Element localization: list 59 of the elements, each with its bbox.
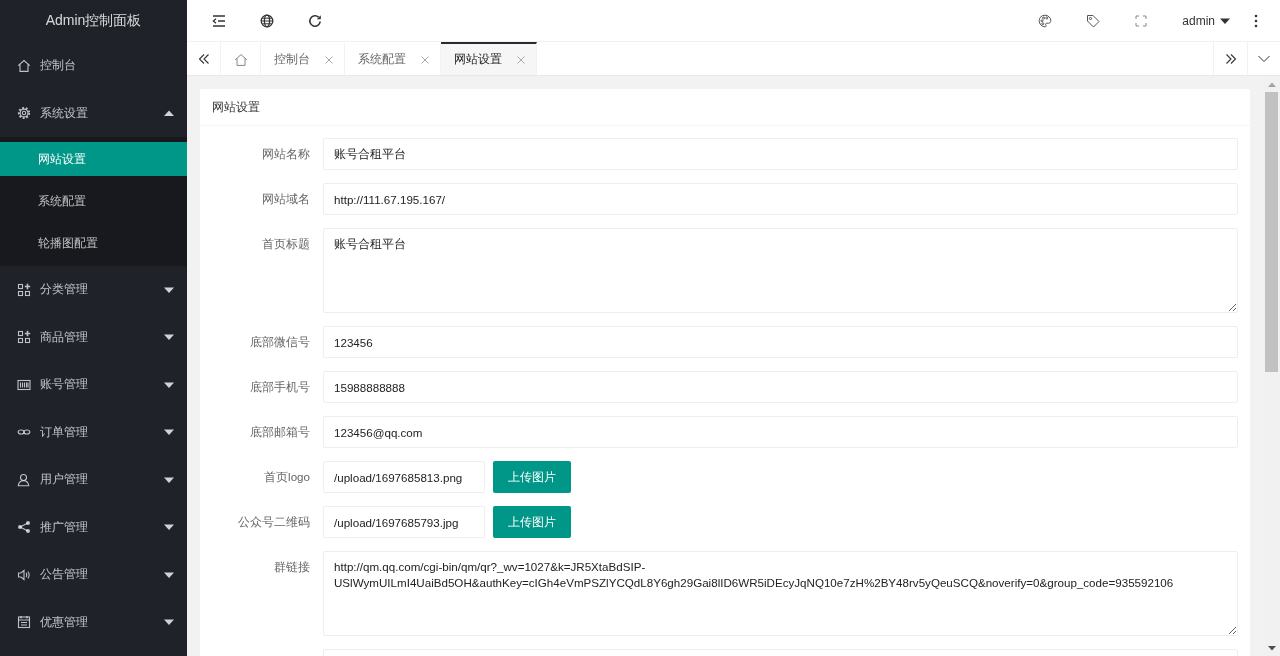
menu-item[interactable]: 账号管理	[0, 361, 187, 409]
calendar-icon	[17, 615, 31, 630]
refresh-icon[interactable]	[308, 13, 322, 28]
text-area[interactable]: 账号合租平台	[323, 228, 1238, 313]
text-area[interactable]: http://qm.qq.com/cgi-bin/qm/qr?_wv=1027&k=JR5XtaBdSIP-USlWymUILmI4UaiBd5OH&authKey=cIGh4eVmPSZlYCQdL8Y6gh29Gai8lID6WR5iDEcyJqNQ10e7zH%2BY48rv5yQeuSCQ&noverify=0&group_code=935592106	[323, 551, 1238, 636]
chevron-down-icon	[1258, 54, 1270, 63]
double-chevron-left-icon	[197, 52, 210, 65]
share-icon	[17, 520, 31, 535]
input-field[interactable]: /upload/1697685813.png	[323, 461, 485, 493]
upload-button[interactable]: 上传图片	[493, 461, 571, 493]
tab[interactable]: 网站设置	[441, 42, 537, 75]
globe-icon[interactable]	[260, 13, 274, 28]
input-field[interactable]: 123456@qq.com	[323, 416, 1238, 448]
apps-icon	[17, 330, 31, 345]
menu-item[interactable]: 订单管理	[0, 408, 187, 456]
more-icon[interactable]	[1254, 13, 1258, 28]
field-label: 公众号二维码	[237, 514, 310, 530]
card-title: 网站设置	[212, 98, 260, 116]
field-label: 网站名称	[261, 146, 310, 162]
menu-item[interactable]: 商品管理	[0, 313, 187, 361]
field-label: 底部手机号	[249, 379, 310, 395]
field-label: 网站域名	[261, 191, 310, 207]
submenu-item[interactable]: 网站设置	[0, 142, 187, 176]
user-icon	[17, 472, 31, 487]
home-icon	[17, 58, 31, 73]
table-icon	[17, 377, 31, 392]
gear-icon	[17, 106, 31, 121]
speaker-icon	[17, 567, 31, 582]
home-icon	[233, 52, 248, 67]
menu-item[interactable]: 用户管理	[0, 456, 187, 504]
field-label: 群链接	[273, 559, 310, 575]
menu-item[interactable]: 控制台	[0, 42, 187, 90]
field-label: 底部邮箱号	[249, 424, 310, 440]
palette-icon[interactable]	[1038, 13, 1053, 28]
menu-item[interactable]: 分类管理	[0, 266, 187, 314]
input-field[interactable]: 账号合租平台	[323, 138, 1238, 170]
user-menu[interactable]: admin	[1165, 0, 1240, 41]
input-field[interactable]: 15988888888	[323, 371, 1238, 403]
apps-icon	[17, 282, 31, 297]
double-chevron-right-icon	[1224, 52, 1237, 65]
menu-item[interactable]: 优惠管理	[0, 598, 187, 646]
indent-icon[interactable]	[212, 13, 226, 28]
menu-item[interactable]: 公告管理	[0, 551, 187, 599]
app-title: Admin控制面板	[45, 12, 142, 30]
input-field[interactable]: 123456	[323, 326, 1238, 358]
caret-icon	[1220, 17, 1230, 24]
upload-button[interactable]: 上传图片	[493, 506, 571, 538]
submenu-item[interactable]: 系统配置	[0, 184, 187, 218]
field-label: 首页标题	[261, 236, 310, 252]
scroll-down-icon[interactable]	[1267, 645, 1276, 651]
menu-item[interactable]: 推广管理	[0, 503, 187, 551]
field-label: 首页logo	[263, 469, 310, 485]
tag-icon[interactable]	[1086, 13, 1101, 28]
input-field[interactable]: http://111.67.195.167/	[323, 183, 1238, 215]
menu-item[interactable]: 系统设置	[0, 89, 187, 137]
submenu-item[interactable]: 轮播图配置	[0, 226, 187, 260]
field-label: 底部微信号	[249, 334, 310, 350]
tab[interactable]: 控制台	[261, 42, 345, 75]
input-field[interactable]: /upload/1697685793.jpg	[323, 506, 485, 538]
